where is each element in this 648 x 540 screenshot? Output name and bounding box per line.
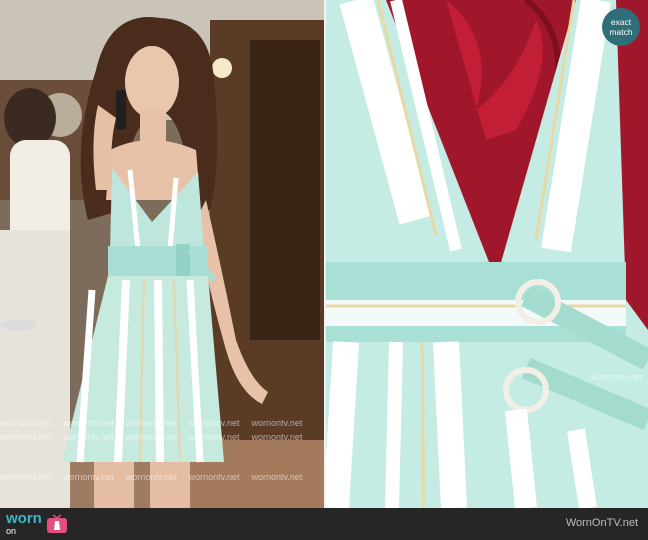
badge-line-2: match xyxy=(609,27,633,37)
dress-illustration xyxy=(326,0,648,508)
watermark-row: wornontv.net wornontv.net wornontv.net worn… xyxy=(0,472,303,482)
site-logo[interactable]: worn on xyxy=(6,510,68,536)
tv-dress-icon xyxy=(46,514,67,533)
footer-bar: worn on WornOnTV.net xyxy=(0,508,648,540)
badge-line-1: exact xyxy=(610,17,632,27)
watermark-row: wornontv.net wornontv.net wornontv.net worn… xyxy=(0,418,303,428)
logo-word-bottom: on xyxy=(6,526,17,536)
exact-match-badge: exact match xyxy=(602,8,640,46)
watermark-row: wornontv.net wornontv.net wornontv.net worn… xyxy=(0,432,303,442)
logo-word-top: worn xyxy=(6,510,42,527)
scene-photo: wornontv.net wornontv.net wornontv.net worn… xyxy=(0,0,324,508)
logo-wordmark: worn on xyxy=(6,510,42,536)
watermark-right: wornontv.net xyxy=(591,372,642,382)
dress-closeup-photo: exact match wornontv.net xyxy=(326,0,648,508)
footer-site-name[interactable]: WornOnTV.net xyxy=(566,517,638,529)
